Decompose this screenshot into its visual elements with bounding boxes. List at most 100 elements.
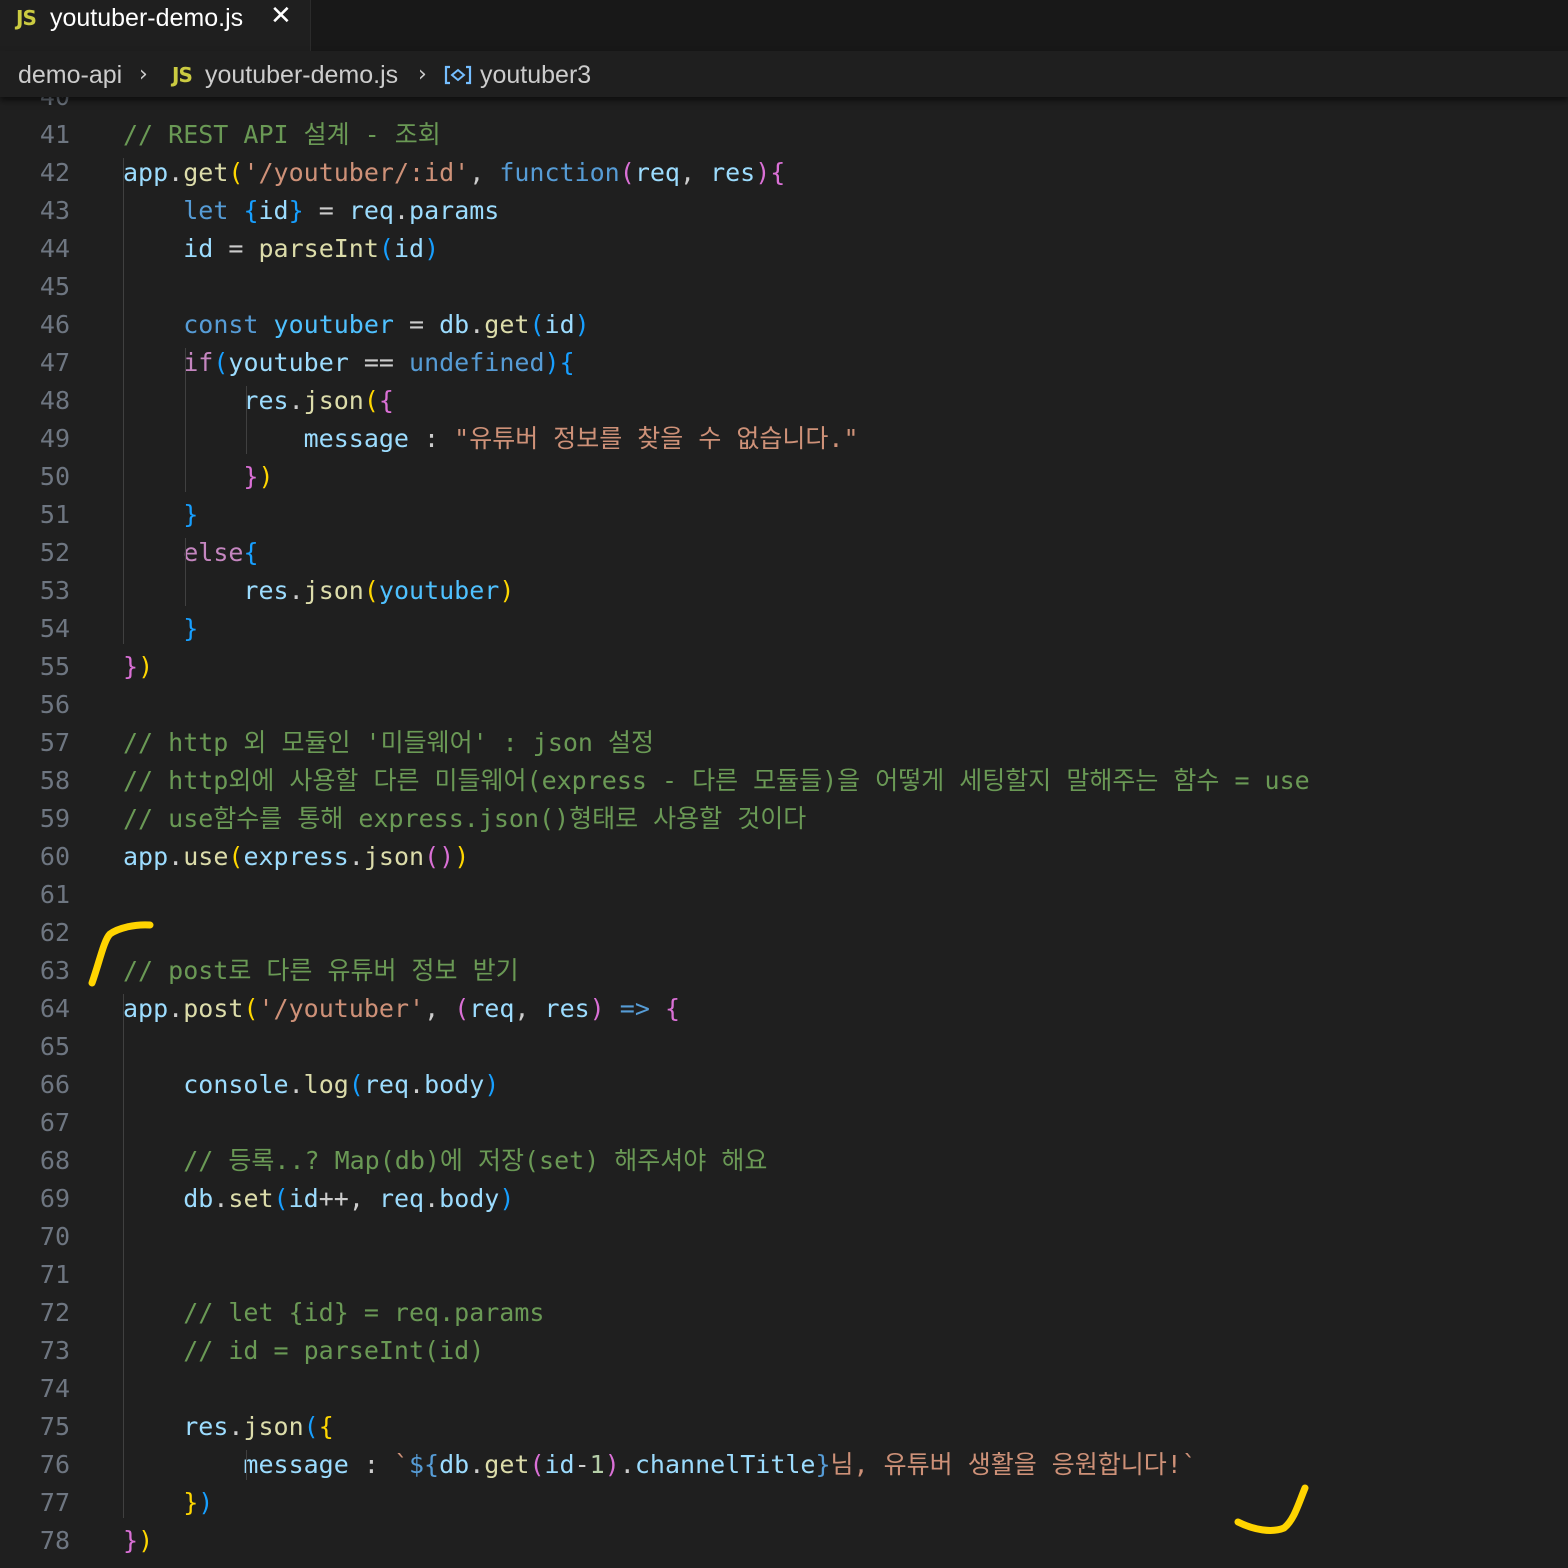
code-text: // use함수를 통해 express.json()형태로 사용할 것이다 xyxy=(123,804,807,833)
indent-guide xyxy=(185,538,186,606)
line-number: 54 xyxy=(39,614,70,643)
line-number: 52 xyxy=(39,538,70,567)
code-line[interactable]: 70 xyxy=(0,1218,1568,1256)
line-number: 41 xyxy=(39,120,70,149)
code-text: app.post('/youtuber', (req, res) => { xyxy=(123,994,681,1023)
close-icon[interactable]: ✕ xyxy=(270,1,292,31)
code-line[interactable]: 62 xyxy=(0,914,1568,952)
indent-guide xyxy=(185,348,186,492)
code-line[interactable]: 69 db.set(id++, req.body) xyxy=(0,1180,1568,1218)
breadcrumb: demo-api › JS youtuber-demo.js › youtube… xyxy=(0,51,1568,97)
line-number: 67 xyxy=(39,1108,70,1137)
code-line[interactable]: 60 app.use(express.json()) xyxy=(0,838,1568,876)
code-line[interactable]: 49 message : "유튜버 정보를 찾을 수 없습니다." xyxy=(0,420,1568,458)
code-text: app.get('/youtuber/:id', function(req, r… xyxy=(123,158,786,187)
tab-youtuber-demo[interactable]: JS youtuber-demo.js ✕ xyxy=(0,0,311,51)
breadcrumb-file[interactable]: youtuber-demo.js xyxy=(205,60,398,90)
line-number: 53 xyxy=(39,576,70,605)
line-number: 66 xyxy=(39,1070,70,1099)
code-line[interactable]: 78}) xyxy=(0,1522,1568,1560)
line-number: 72 xyxy=(39,1298,70,1327)
code-line[interactable]: 57 // http 외 모듈인 '미들웨어' : json 설정 xyxy=(0,724,1568,762)
code-line[interactable]: 56 xyxy=(0,686,1568,724)
line-number: 68 xyxy=(39,1146,70,1175)
line-number: 55 xyxy=(39,652,70,681)
code-line[interactable]: 71 xyxy=(0,1256,1568,1294)
line-number: 59 xyxy=(39,804,70,833)
breadcrumb-folder[interactable]: demo-api xyxy=(18,60,122,90)
code-line[interactable]: 66 console.log(req.body) xyxy=(0,1066,1568,1104)
code-text: message : "유튜버 정보를 찾을 수 없습니다." xyxy=(303,424,859,453)
code-line[interactable]: 65 xyxy=(0,1028,1568,1066)
line-number: 78 xyxy=(39,1526,70,1555)
code-line[interactable]: 76 message : `${db.get(id-1).channelTitl… xyxy=(0,1446,1568,1484)
line-number: 46 xyxy=(39,310,70,339)
indent-guide xyxy=(246,1450,247,1480)
code-text: }) xyxy=(123,652,154,681)
breadcrumb-symbol[interactable]: youtuber3 xyxy=(480,60,591,90)
code-text: } xyxy=(183,500,199,529)
code-text: }) xyxy=(183,1488,214,1517)
code-line[interactable]: 68 // 등록..? Map(db)에 저장(set) 해주셔야 해요 xyxy=(0,1142,1568,1180)
code-line[interactable]: 42 app.get('/youtuber/:id', function(req,… xyxy=(0,154,1568,192)
line-number: 63 xyxy=(39,956,70,985)
code-line[interactable]: 73 // id = parseInt(id) xyxy=(0,1332,1568,1370)
code-line[interactable]: 61 xyxy=(0,876,1568,914)
code-line[interactable]: 64 app.post('/youtuber', (req, res) => { xyxy=(0,990,1568,1028)
code-editor[interactable]: 4041// REST API 설계 - 조회42app.get('/youtu… xyxy=(0,78,1568,1568)
code-line[interactable]: 45 xyxy=(0,268,1568,306)
tab-label: youtuber-demo.js xyxy=(50,4,244,32)
line-number: 47 xyxy=(39,348,70,377)
code-line[interactable]: 53 res.json(youtuber) xyxy=(0,572,1568,610)
code-text: // post로 다른 유튜버 정보 받기 xyxy=(123,956,519,985)
code-text: res.json({ xyxy=(183,1412,334,1441)
code-text: res.json(youtuber) xyxy=(243,576,515,605)
indent-guide xyxy=(123,994,124,1518)
code-text: }) xyxy=(243,462,274,491)
code-text: id = parseInt(id) xyxy=(183,234,440,263)
code-line[interactable]: 46 const youtuber = db.get(id) xyxy=(0,306,1568,344)
code-line[interactable]: 72 // let {id} = req.params xyxy=(0,1294,1568,1332)
code-line[interactable]: 58 // http외에 사용할 다른 미들웨어(express - 다른 모듈들… xyxy=(0,762,1568,800)
code-line[interactable]: 48 res.json({ xyxy=(0,382,1568,420)
chevron-right-icon: › xyxy=(139,62,148,87)
line-number: 42 xyxy=(39,158,70,187)
code-line[interactable]: 50 }) xyxy=(0,458,1568,496)
code-text: // REST API 설계 - 조회 xyxy=(123,120,441,149)
line-number: 74 xyxy=(39,1374,70,1403)
line-number: 56 xyxy=(39,690,70,719)
line-number: 50 xyxy=(39,462,70,491)
code-line[interactable]: 77 }) xyxy=(0,1484,1568,1522)
code-line[interactable]: 59 // use함수를 통해 express.json()형태로 사용할 것이다 xyxy=(0,800,1568,838)
code-text: db.set(id++, req.body) xyxy=(183,1184,515,1213)
line-number: 43 xyxy=(39,196,70,225)
line-number: 57 xyxy=(39,728,70,757)
code-text: // id = parseInt(id) xyxy=(183,1336,485,1365)
code-line[interactable]: 74 xyxy=(0,1370,1568,1408)
line-number: 45 xyxy=(39,272,70,301)
code-line[interactable]: 43 let {id} = req.params xyxy=(0,192,1568,230)
line-number: 58 xyxy=(39,766,70,795)
code-text: // let {id} = req.params xyxy=(183,1298,545,1327)
code-line[interactable]: 63 // post로 다른 유튜버 정보 받기 xyxy=(0,952,1568,990)
code-line[interactable]: 54 } xyxy=(0,610,1568,648)
code-line[interactable]: 44 id = parseInt(id) xyxy=(0,230,1568,268)
code-text: console.log(req.body) xyxy=(183,1070,500,1099)
variable-symbol-icon xyxy=(444,65,472,85)
code-line[interactable]: 67 xyxy=(0,1104,1568,1142)
code-line[interactable]: 52 else{ xyxy=(0,534,1568,572)
code-line[interactable]: 47 if(youtuber == undefined){ xyxy=(0,344,1568,382)
line-number: 62 xyxy=(39,918,70,947)
code-text: const youtuber = db.get(id) xyxy=(183,310,590,339)
code-line[interactable]: 51 } xyxy=(0,496,1568,534)
code-line[interactable]: 55}) xyxy=(0,648,1568,686)
line-number: 70 xyxy=(39,1222,70,1251)
js-file-icon: JS xyxy=(172,63,193,87)
code-text: // http 외 모듈인 '미들웨어' : json 설정 xyxy=(123,728,655,757)
code-text: // http외에 사용할 다른 미들웨어(express - 다른 모듈들)을… xyxy=(123,766,1310,795)
line-number: 61 xyxy=(39,880,70,909)
code-line[interactable]: 75 res.json({ xyxy=(0,1408,1568,1446)
code-line[interactable]: 41 // REST API 설계 - 조회 xyxy=(0,116,1568,154)
chevron-right-icon: › xyxy=(418,62,427,87)
line-number: 65 xyxy=(39,1032,70,1061)
